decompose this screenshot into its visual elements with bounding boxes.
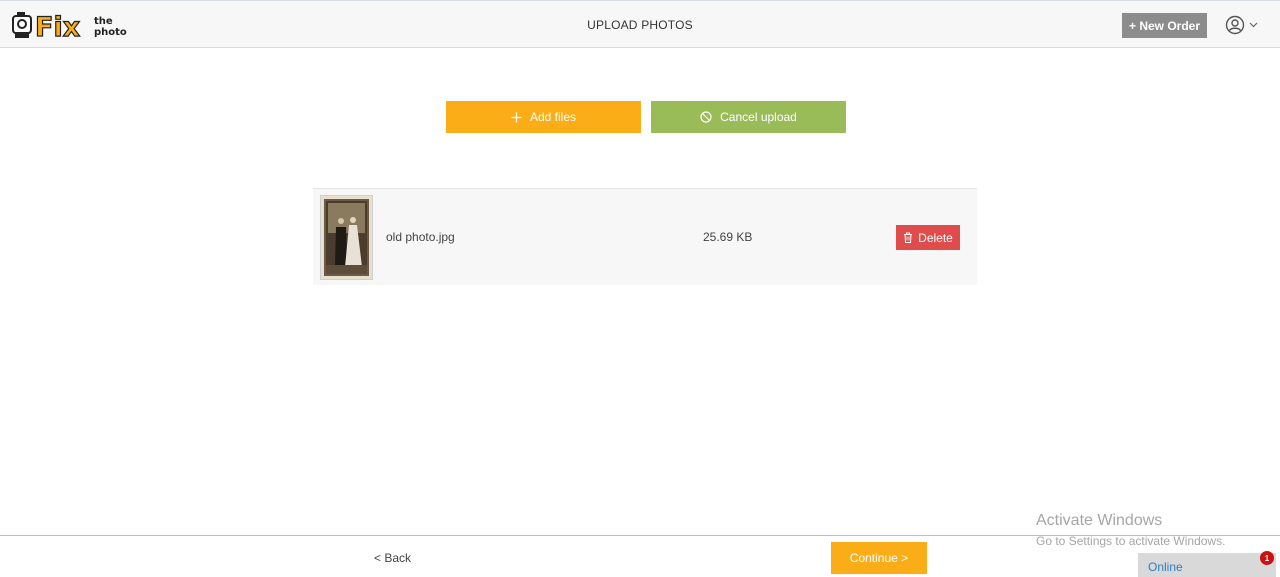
continue-button[interactable]: Continue >: [831, 542, 927, 574]
ban-icon: [700, 111, 712, 123]
new-order-button[interactable]: + New Order: [1122, 13, 1207, 38]
delete-file-button[interactable]: Delete: [896, 225, 960, 250]
cancel-upload-label: Cancel upload: [720, 110, 797, 124]
file-name: old photo.jpg: [386, 230, 455, 244]
add-files-button[interactable]: Add files: [446, 101, 641, 133]
trash-icon: [904, 232, 913, 243]
notification-badge: 1: [1260, 551, 1274, 565]
add-files-label: Add files: [529, 110, 577, 124]
activate-subtitle: Go to Settings to activate Windows.: [1036, 534, 1226, 548]
chevron-down-icon: [1249, 22, 1258, 28]
file-row: old photo.jpg 25.69 KB Delete: [313, 188, 977, 285]
photo-thumbnail-image: [324, 199, 369, 276]
user-circle-icon: [1225, 15, 1245, 35]
activate-title: Activate Windows: [1036, 512, 1163, 529]
delete-label: Delete: [918, 230, 953, 245]
windows-activation-watermark: Activate Windows Go to Settings to activ…: [1036, 512, 1225, 548]
file-size: 25.69 KB: [703, 230, 753, 244]
back-link[interactable]: < Back: [374, 551, 411, 565]
page-title: UPLOAD PHOTOS: [587, 18, 693, 32]
file-thumbnail[interactable]: [320, 195, 373, 280]
plus-icon: [511, 112, 522, 122]
top-header: Fix the photo UPLOAD PHOTOS + New Order: [0, 0, 1280, 48]
online-chat-widget[interactable]: Online: [1138, 553, 1276, 577]
cancel-upload-button[interactable]: Cancel upload: [651, 101, 846, 133]
account-menu[interactable]: [1225, 15, 1261, 35]
